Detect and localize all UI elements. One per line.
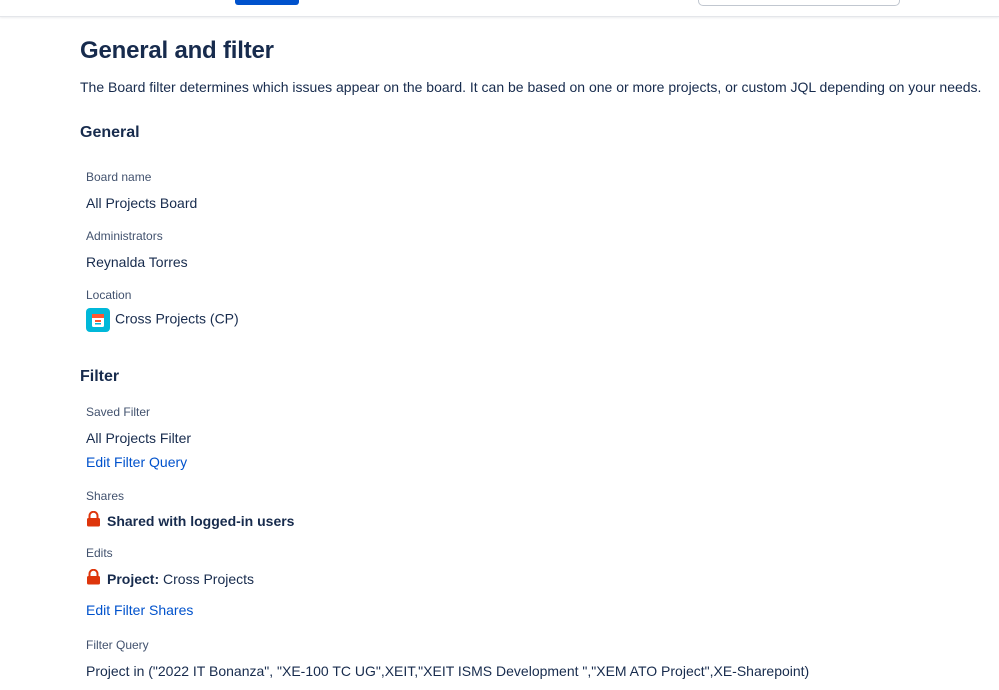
- edits-value: Cross Projects: [163, 571, 255, 587]
- project-avatar-icon: [86, 308, 110, 332]
- edit-filter-query-link[interactable]: Edit Filter Query: [86, 454, 187, 470]
- saved-filter-label: Saved Filter: [86, 405, 151, 419]
- administrators-field: Administrators Reynalda Torres: [86, 229, 188, 271]
- edit-filter-shares-link[interactable]: Edit Filter Shares: [86, 602, 193, 618]
- location-label: Location: [86, 288, 132, 302]
- location-project-link[interactable]: Cross Projects (CP): [115, 311, 239, 327]
- board-name-value: All Projects Board: [86, 195, 198, 211]
- edits-prefix: Project:: [107, 571, 160, 587]
- filter-query-field: Filter Query Project in ("2022 IT Bonanz…: [86, 638, 809, 680]
- board-name-label: Board name: [86, 170, 152, 184]
- edits-field: Edits Project: Cross Projects Edit Filte…: [86, 546, 254, 620]
- administrators-label: Administrators: [86, 229, 163, 243]
- general-section-heading: General: [80, 124, 140, 141]
- edits-value-row: Project: Cross Projects: [86, 568, 255, 589]
- filter-query-value: Project in ("2022 IT Bonanza", "XE-100 T…: [86, 663, 810, 679]
- lock-icon: [86, 510, 101, 531]
- location-value-row: Cross Projects (CP): [86, 308, 239, 332]
- create-button[interactable]: [235, 0, 299, 5]
- saved-filter-value: All Projects Filter: [86, 430, 192, 446]
- search-input[interactable]: [698, 0, 900, 6]
- location-field: Location Cross Projects (CP): [86, 288, 239, 332]
- board-settings-content: General and filter The Board filter dete…: [80, 36, 985, 679]
- shares-label: Shares: [86, 489, 125, 503]
- shares-value-row: Shared with logged-in users: [86, 510, 295, 531]
- filter-query-label: Filter Query: [86, 638, 149, 652]
- board-name-field: Board name All Projects Board: [86, 170, 197, 212]
- top-navigation-bar: [0, 0, 999, 17]
- edits-label: Edits: [86, 546, 113, 560]
- page-description: The Board filter determines which issues…: [80, 79, 982, 95]
- shares-value: Shared with logged-in users: [107, 513, 295, 529]
- administrators-value: Reynalda Torres: [86, 254, 188, 270]
- lock-icon: [86, 568, 101, 589]
- filter-section-heading: Filter: [80, 368, 120, 385]
- saved-filter-field: Saved Filter All Projects Filter Edit Fi…: [86, 405, 191, 472]
- page-title: General and filter: [80, 37, 274, 64]
- shares-field: Shares Shared with logged-in users: [86, 489, 294, 531]
